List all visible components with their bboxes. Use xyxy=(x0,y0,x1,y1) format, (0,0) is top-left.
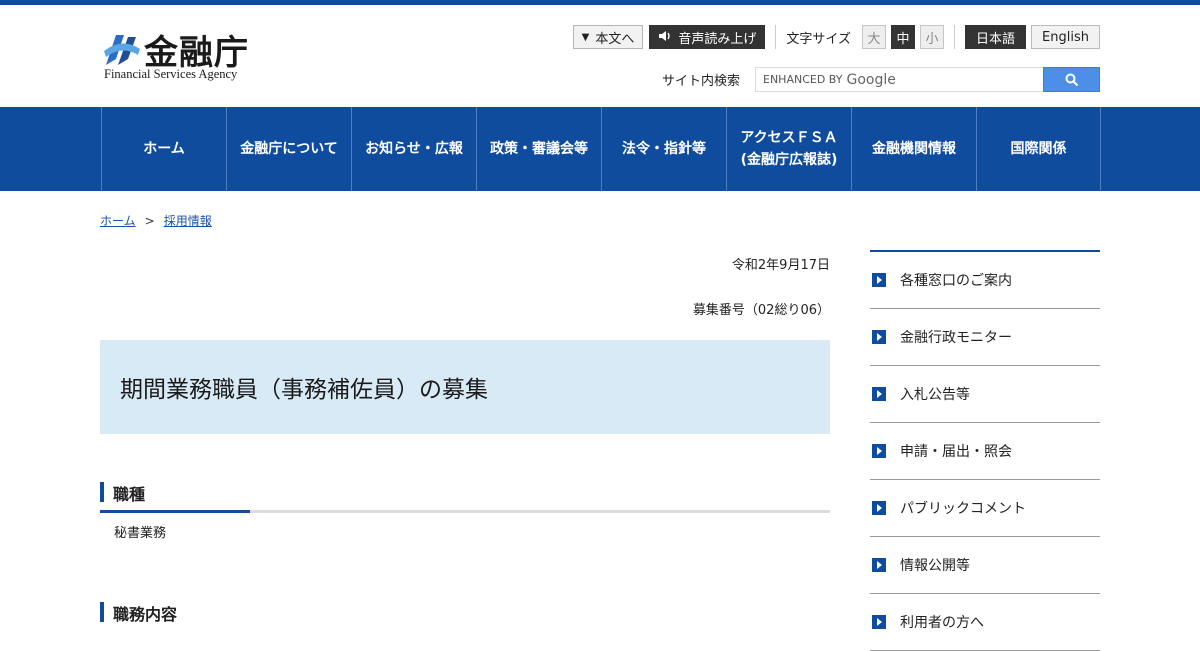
fsa-logo-icon xyxy=(104,35,140,65)
sidebar-item-label: 情報公開等 xyxy=(900,558,970,574)
arrow-right-icon xyxy=(872,387,886,401)
search-placeholder-brand: Google xyxy=(846,71,896,88)
sidebar-item-label: 入札公告等 xyxy=(900,387,970,403)
breadcrumb-separator: > xyxy=(144,213,155,228)
font-size-label: 文字サイズ xyxy=(786,31,852,47)
nav-item-news[interactable]: お知らせ・広報 xyxy=(351,107,476,191)
sidebar: 各種窓口のご案内 金融行政モニター 入札公告等 申請・届出・照会 パブリックコメ… xyxy=(870,250,1100,651)
triangle-down-icon: ▼ xyxy=(581,31,590,43)
section-heading-text: 職務内容 xyxy=(113,605,178,624)
site-logo[interactable]: 金融庁 Financial Services Agency xyxy=(100,25,270,85)
arrow-right-icon xyxy=(872,273,886,287)
font-size-medium-button[interactable]: 中 xyxy=(891,25,916,49)
nav-item-policy[interactable]: 政策・審議会等 xyxy=(476,107,601,191)
font-size-large-button[interactable]: 大 xyxy=(862,25,887,49)
section-heading-text: 職種 xyxy=(113,485,146,504)
search-placeholder-prefix: ENHANCED BY xyxy=(763,73,843,86)
page-title: 期間業務職員（事務補佐員）の募集 xyxy=(100,340,830,434)
divider xyxy=(954,25,956,49)
nav-item-laws[interactable]: 法令・指針等 xyxy=(601,107,726,191)
header-tools: ▼ 本文へ 音声読み上げ 文字サイズ 大 中 小 日本語 English xyxy=(572,25,1100,49)
publish-date: 令和2年9月17日 xyxy=(731,258,830,273)
logo-subtitle: Financial Services Agency xyxy=(104,67,238,81)
read-aloud-button[interactable]: 音声読み上げ xyxy=(649,25,766,49)
lang-japanese-button[interactable]: 日本語 xyxy=(965,25,1027,49)
page-title-text: 期間業務職員（事務補佐員）の募集 xyxy=(120,377,488,403)
sidebar-item-users[interactable]: 利用者の方へ xyxy=(870,594,1100,651)
nav-item-international[interactable]: 国際関係 xyxy=(976,107,1101,191)
global-nav: ホーム 金融庁について お知らせ・広報 政策・審議会等 法令・指針等 アクセスＦ… xyxy=(0,107,1200,191)
sidebar-item-label: 金融行政モニター xyxy=(900,330,1012,346)
main-content: 令和2年9月17日 募集番号（02総り06） 期間業務職員（事務補佐員）の募集 … xyxy=(100,250,830,541)
recruitment-number: 募集番号（02総り06） xyxy=(692,303,830,318)
sidebar-item-applications[interactable]: 申請・届出・照会 xyxy=(870,423,1100,480)
nav-item-about[interactable]: 金融庁について xyxy=(226,107,351,191)
nav-item-access-fsa[interactable]: アクセスＦＳＡ (金融庁広報誌) xyxy=(726,107,851,191)
sidebar-item-label: 申請・届出・照会 xyxy=(900,444,1012,460)
font-size-small-button[interactable]: 小 xyxy=(920,25,945,49)
skip-to-content-button[interactable]: ▼ 本文へ xyxy=(572,25,644,49)
heading-bar xyxy=(100,602,104,622)
section-heading-job-type: 職種 xyxy=(100,482,830,518)
site-search: サイト内検索 ENHANCED BY Google xyxy=(662,67,1100,92)
speaker-icon xyxy=(658,30,672,45)
search-input[interactable]: ENHANCED BY Google xyxy=(755,67,1043,92)
search-label: サイト内検索 xyxy=(661,74,740,89)
arrow-right-icon xyxy=(872,558,886,572)
arrow-right-icon xyxy=(872,330,886,344)
search-button[interactable] xyxy=(1043,67,1100,92)
arrow-right-icon xyxy=(872,615,886,629)
read-aloud-label: 音声読み上げ xyxy=(678,31,757,47)
arrow-right-icon xyxy=(872,444,886,458)
skip-to-content-label: 本文へ xyxy=(595,31,635,47)
nav-item-institutions[interactable]: 金融機関情報 xyxy=(851,107,976,191)
nav-item-home[interactable]: ホーム xyxy=(101,107,226,191)
search-icon xyxy=(1065,73,1078,86)
sidebar-item-disclosure[interactable]: 情報公開等 xyxy=(870,537,1100,594)
sidebar-item-label: パブリックコメント xyxy=(900,501,1026,517)
sidebar-item-label: 利用者の方へ xyxy=(900,615,984,631)
sidebar-item-contact[interactable]: 各種窓口のご案内 xyxy=(870,252,1100,309)
sidebar-item-public-comment[interactable]: パブリックコメント xyxy=(870,480,1100,537)
breadcrumb: ホーム > 採用情報 xyxy=(100,212,212,229)
breadcrumb-current-link[interactable]: 採用情報 xyxy=(164,212,212,229)
divider xyxy=(775,25,777,49)
sidebar-item-label: 各種窓口のご案内 xyxy=(900,273,1012,289)
heading-bar xyxy=(100,482,104,502)
arrow-right-icon xyxy=(872,501,886,515)
site-header: 金融庁 Financial Services Agency ▼ 本文へ 音声読み… xyxy=(0,5,1200,107)
breadcrumb-home-link[interactable]: ホーム xyxy=(100,212,136,229)
heading-underline-accent xyxy=(100,510,250,513)
lang-english-button[interactable]: English xyxy=(1031,25,1100,49)
sidebar-item-bidding[interactable]: 入札公告等 xyxy=(870,366,1100,423)
section-body-job-type: 秘書業務 xyxy=(114,526,167,541)
sidebar-item-monitor[interactable]: 金融行政モニター xyxy=(870,309,1100,366)
